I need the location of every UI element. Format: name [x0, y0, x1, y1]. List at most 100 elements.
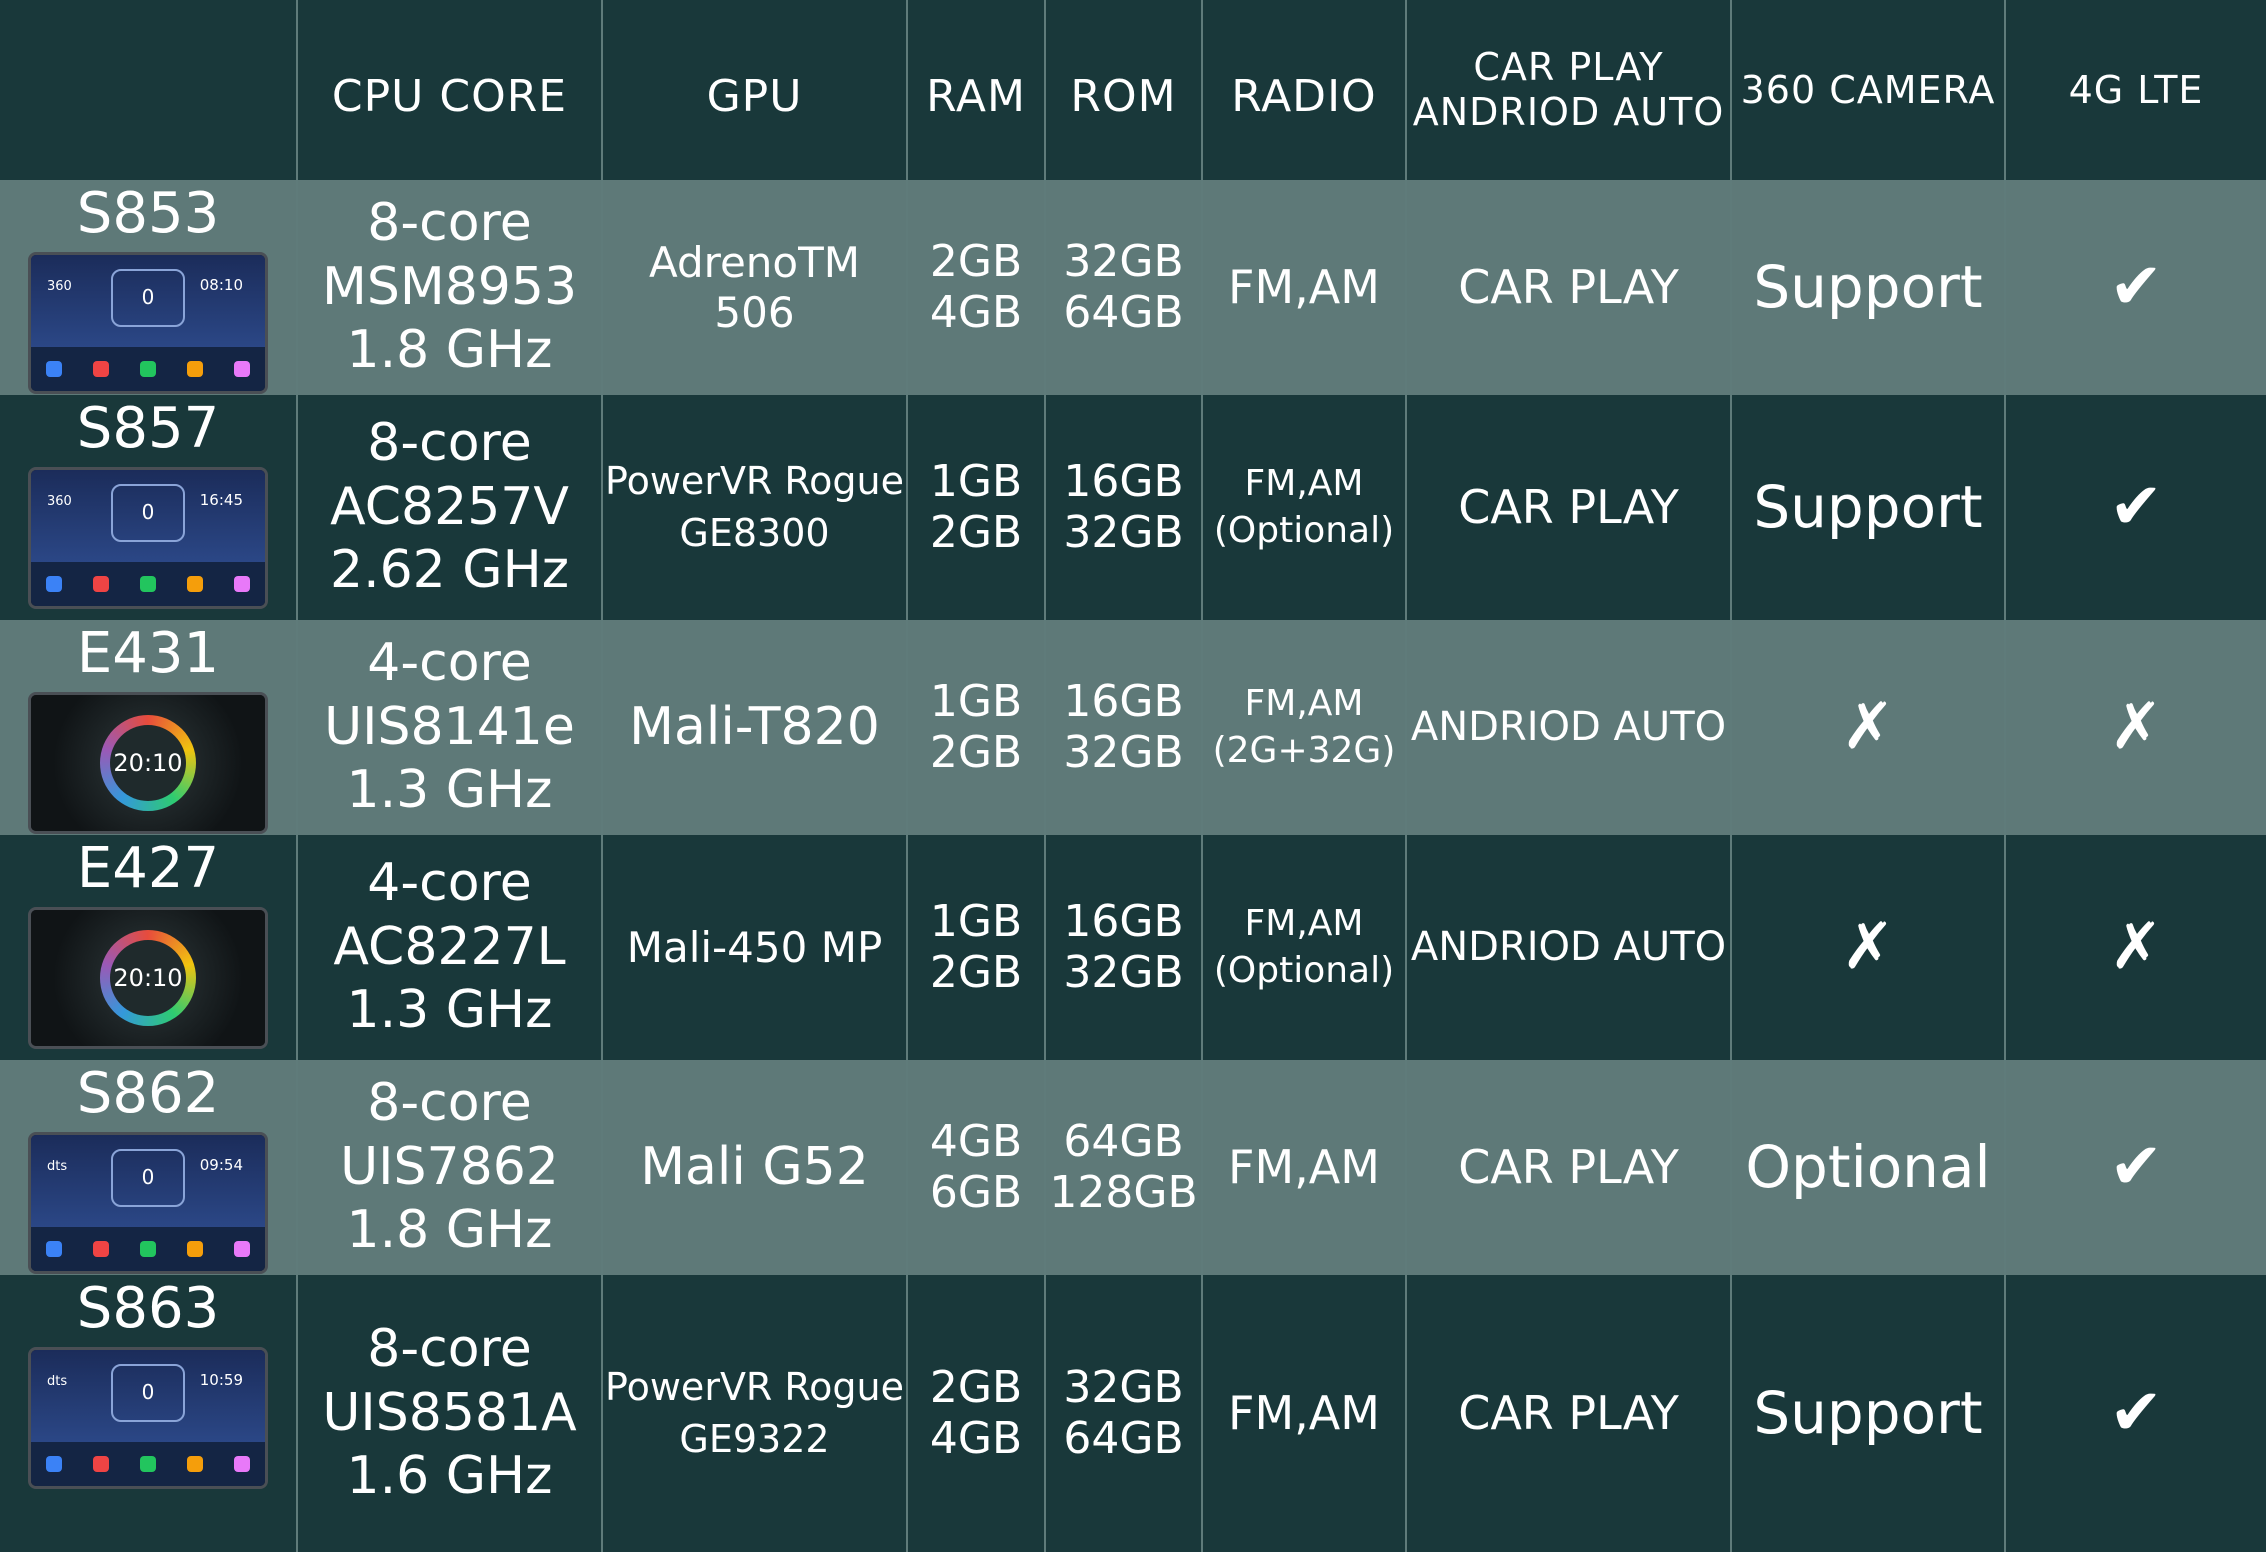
gpu-line: PowerVR Rogue: [605, 459, 904, 504]
carplay-value: CAR PLAY: [1458, 480, 1679, 535]
rom-cell: 16GB 32GB: [1046, 620, 1203, 835]
radio-cell: FM,AM (Optional): [1203, 835, 1407, 1060]
gpu-line: GE9322: [679, 1416, 830, 1461]
ram-cell: 2GB 4GB: [908, 180, 1046, 395]
radio-cell: FM,AM (Optional): [1203, 395, 1407, 620]
header-model: [0, 0, 298, 180]
rom-line: 32GB: [1063, 235, 1184, 287]
lte-cell: ✔: [2006, 1275, 2266, 1552]
cpu-line: 2.62 GHz: [329, 540, 569, 601]
cpu-cell: 8-core UIS8581A 1.6 GHz: [298, 1275, 603, 1552]
cpu-line: 8-core: [367, 1319, 532, 1380]
model-cell: E427 20:10: [0, 835, 298, 1060]
cpu-line: 8-core: [367, 193, 532, 254]
app-icon: [46, 1241, 63, 1257]
camera-cell: Optional: [1732, 1060, 2006, 1275]
spec-comparison-table: CPU CORE GPU RAM ROM RADIO CAR PLAY ANDR…: [0, 0, 2266, 1552]
gpu-line: Mali G52: [640, 1136, 869, 1197]
cross-icon: ✗: [1841, 909, 1895, 984]
carplay-cell: CAR PLAY: [1407, 395, 1732, 620]
gpu-line: PowerVR Rogue: [605, 1365, 904, 1410]
header-gpu: GPU: [603, 0, 908, 180]
rom-line: 16GB: [1063, 455, 1184, 507]
cpu-cell: 8-core MSM8953 1.8 GHz: [298, 180, 603, 395]
app-icon: [93, 1241, 110, 1257]
radio-cell: FM,AM: [1203, 1060, 1407, 1275]
header-360-camera: 360 CAMERA: [1732, 0, 2006, 180]
app-icon: [233, 576, 250, 592]
camera-cell: ✗: [1732, 835, 2006, 1060]
model-name: E431: [76, 621, 220, 686]
header-4g-lte: 4G LTE: [2006, 0, 2266, 180]
cpu-line: 8-core: [367, 413, 532, 474]
screen-clock: 16:45: [199, 491, 243, 509]
cross-icon: ✗: [2109, 689, 2163, 764]
check-icon: ✔: [2109, 249, 2163, 324]
check-icon: ✔: [2109, 469, 2163, 544]
app-icon: [139, 1456, 156, 1472]
header-carplay: CAR PLAY ANDRIOD AUTO: [1407, 0, 1732, 180]
radio-cell: FM,AM (2G+32G): [1203, 620, 1407, 835]
app-icon: [186, 576, 203, 592]
camera-value: Optional: [1745, 1133, 1991, 1202]
carplay-value: CAR PLAY: [1458, 1140, 1679, 1195]
clock-ring: 20:10: [100, 715, 196, 811]
check-icon: ✔: [2109, 1375, 2163, 1450]
carplay-value: CAR PLAY: [1458, 260, 1679, 315]
rom-line: 64GB: [1063, 1412, 1184, 1464]
rom-line: 32GB: [1063, 946, 1184, 998]
radio-line: FM,AM: [1244, 462, 1364, 504]
screen-clock: 09:54: [199, 1156, 243, 1174]
ram-line: 1GB: [929, 895, 1023, 947]
screen-left-label: 360: [47, 279, 72, 294]
speed-gauge: 0: [111, 1364, 185, 1422]
ram-cell: 1GB 2GB: [908, 395, 1046, 620]
app-icon: [46, 361, 63, 377]
camera-value: Support: [1753, 253, 1983, 322]
gpu-cell: AdrenoTM 506: [603, 180, 908, 395]
header-rom: ROM: [1046, 0, 1203, 180]
app-dock: [31, 562, 265, 606]
header-cpu: CPU CORE: [298, 0, 603, 180]
ram-cell: 4GB 6GB: [908, 1060, 1046, 1275]
ram-line: 2GB: [929, 506, 1023, 558]
cpu-line: UIS7862: [340, 1136, 559, 1197]
camera-value: Support: [1753, 473, 1983, 542]
ram-line: 4GB: [929, 1115, 1023, 1167]
cpu-line: MSM8953: [321, 256, 578, 317]
app-icon: [93, 361, 110, 377]
gpu-cell: Mali-T820: [603, 620, 908, 835]
rom-cell: 32GB 64GB: [1046, 180, 1203, 395]
cpu-line: AC8257V: [330, 476, 569, 537]
cpu-cell: 8-core UIS7862 1.8 GHz: [298, 1060, 603, 1275]
speed-gauge: 0: [111, 1149, 185, 1207]
head-unit-screen-image: 20:10: [28, 692, 268, 834]
app-icon: [93, 576, 110, 592]
ram-line: 2GB: [929, 1361, 1023, 1413]
lte-cell: ✔: [2006, 395, 2266, 620]
camera-cell: Support: [1732, 180, 2006, 395]
speed-gauge: 0: [111, 484, 185, 542]
ram-line: 2GB: [929, 726, 1023, 778]
model-name: S853: [76, 181, 220, 246]
app-icon: [139, 361, 156, 377]
app-icon: [186, 1456, 203, 1472]
rom-cell: 16GB 32GB: [1046, 835, 1203, 1060]
clock-time: 20:10: [110, 725, 186, 801]
screen-clock: 10:59: [199, 1371, 243, 1389]
gpu-line: Mali-450 MP: [626, 922, 883, 972]
cpu-line: 4-core: [367, 633, 532, 694]
ram-cell: 2GB 4GB: [908, 1275, 1046, 1552]
clock-time: 20:10: [110, 940, 186, 1016]
gpu-cell: PowerVR Rogue GE8300: [603, 395, 908, 620]
app-icon: [186, 1241, 203, 1257]
camera-cell: Support: [1732, 1275, 2006, 1552]
header-ram: RAM: [908, 0, 1046, 180]
radio-cell: FM,AM: [1203, 1275, 1407, 1552]
head-unit-screen-image: 360 0 16:45: [28, 467, 268, 609]
radio-cell: FM,AM: [1203, 180, 1407, 395]
screen-left-label: 360: [47, 494, 72, 509]
app-dock: [31, 1227, 265, 1271]
model-cell: E431 20:10: [0, 620, 298, 835]
cpu-cell: 4-core AC8227L 1.3 GHz: [298, 835, 603, 1060]
